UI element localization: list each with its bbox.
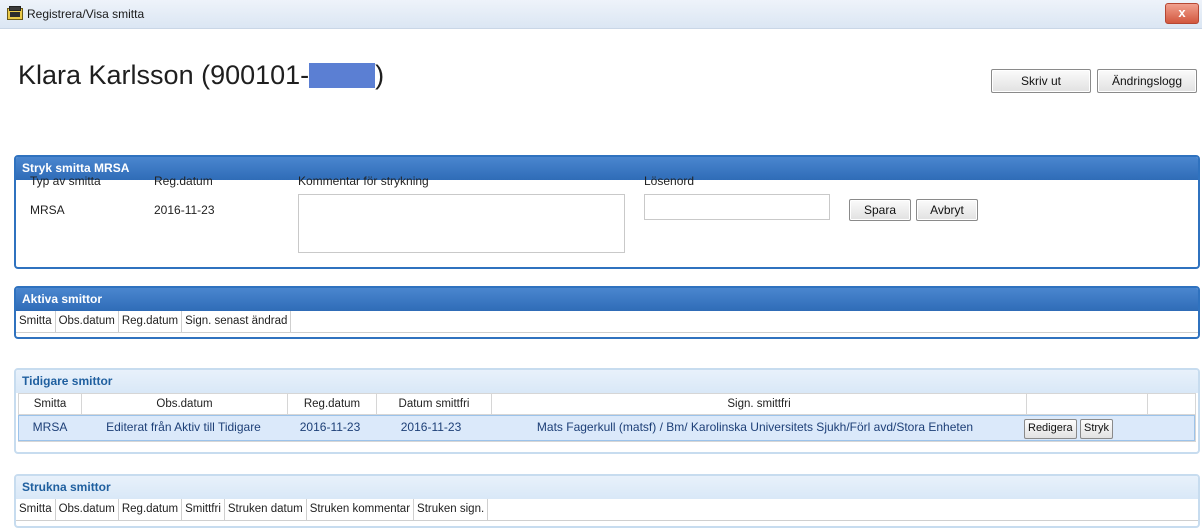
print-button[interactable]: Skriv ut: [991, 69, 1091, 93]
column-header[interactable]: Smitta: [19, 394, 82, 414]
column-header[interactable]: Struken kommentar: [307, 499, 415, 520]
column-header[interactable]: [1148, 394, 1188, 414]
struck-panel-heading: Strukna smittor: [16, 476, 1198, 499]
cancel-button[interactable]: Avbryt: [916, 199, 978, 221]
column-header[interactable]: Obs.datum: [56, 311, 119, 332]
comment-textarea[interactable]: [298, 194, 625, 253]
infection-type-value: MRSA: [30, 203, 65, 217]
column-header[interactable]: Reg.datum: [288, 394, 377, 414]
redaction-block: [309, 63, 376, 88]
row-obs-date: Editerat från Aktiv till Tidigare: [106, 420, 261, 434]
close-button[interactable]: x: [1165, 3, 1199, 24]
row-reg-date: 2016-11-23: [299, 420, 361, 434]
row-smittfri-date: 2016-11-23: [400, 420, 462, 434]
row-actions: Redigera Stryk: [1022, 416, 1144, 440]
previous-panel-heading: Tidigare smittor: [16, 370, 1198, 393]
table-row[interactable]: MRSA Editerat från Aktiv till Tidigare 2…: [18, 415, 1195, 441]
edit-button[interactable]: Redigera: [1024, 418, 1077, 439]
previous-table-header: Smitta Obs.datum Reg.datum Datum smittfr…: [19, 394, 1195, 415]
save-button[interactable]: Spara: [849, 199, 911, 221]
column-header[interactable]: Obs.datum: [82, 394, 288, 414]
column-header[interactable]: Obs.datum: [56, 499, 119, 520]
window-titlebar: Registrera/Visa smitta x: [0, 0, 1202, 29]
patient-title: Klara Karlsson (900101-): [18, 60, 384, 91]
column-header[interactable]: Sign. smittfri: [492, 394, 1027, 414]
column-header[interactable]: [1027, 394, 1148, 414]
column-header[interactable]: Smitta: [16, 499, 56, 520]
previous-infections-panel: Tidigare smittor Smitta Obs.datum Reg.da…: [14, 368, 1200, 454]
previous-table: Smitta Obs.datum Reg.datum Datum smittfr…: [18, 393, 1196, 442]
password-input[interactable]: [644, 194, 830, 220]
app-icon: [7, 6, 23, 20]
row-smittfri-sign: Mats Fagerkull (matsf) / Bm/ Karolinska …: [536, 420, 974, 434]
column-header[interactable]: Struken datum: [225, 499, 307, 520]
strike-infection-panel: Stryk smitta MRSA Typ av smitta MRSA Reg…: [14, 155, 1200, 269]
reg-date-label: Reg.datum: [154, 174, 213, 188]
struck-infections-panel: Strukna smittor Smitta Obs.datum Reg.dat…: [14, 474, 1200, 528]
active-table-header: Smitta Obs.datum Reg.datum Sign. senast …: [16, 311, 1198, 333]
column-header[interactable]: Datum smittfri: [377, 394, 492, 414]
strike-button[interactable]: Stryk: [1079, 418, 1114, 439]
column-header[interactable]: Smittfri: [182, 499, 225, 520]
column-header[interactable]: Struken sign.: [414, 499, 489, 520]
column-header[interactable]: Smitta: [16, 311, 56, 332]
struck-table-header: Smitta Obs.datum Reg.datum Smittfri Stru…: [16, 499, 1198, 521]
column-header[interactable]: Reg.datum: [119, 499, 183, 520]
comment-label: Kommentar för strykning: [298, 174, 429, 188]
password-label: Lösenord: [644, 174, 695, 188]
column-header[interactable]: Sign. senast ändrad: [182, 311, 292, 332]
active-infections-panel: Aktiva smittor Smitta Obs.datum Reg.datu…: [14, 286, 1200, 339]
column-header[interactable]: Reg.datum: [119, 311, 183, 332]
patient-name-suffix: ): [375, 60, 385, 90]
patient-name: Klara Karlsson (900101-: [18, 60, 310, 90]
infection-type-label: Typ av smitta: [30, 174, 101, 188]
change-log-button[interactable]: Ändringslogg: [1097, 69, 1197, 93]
active-panel-heading: Aktiva smittor: [16, 288, 1198, 311]
row-infection: MRSA: [32, 420, 68, 434]
reg-date-value: 2016-11-23: [154, 203, 215, 217]
window-title: Registrera/Visa smitta: [27, 7, 145, 21]
